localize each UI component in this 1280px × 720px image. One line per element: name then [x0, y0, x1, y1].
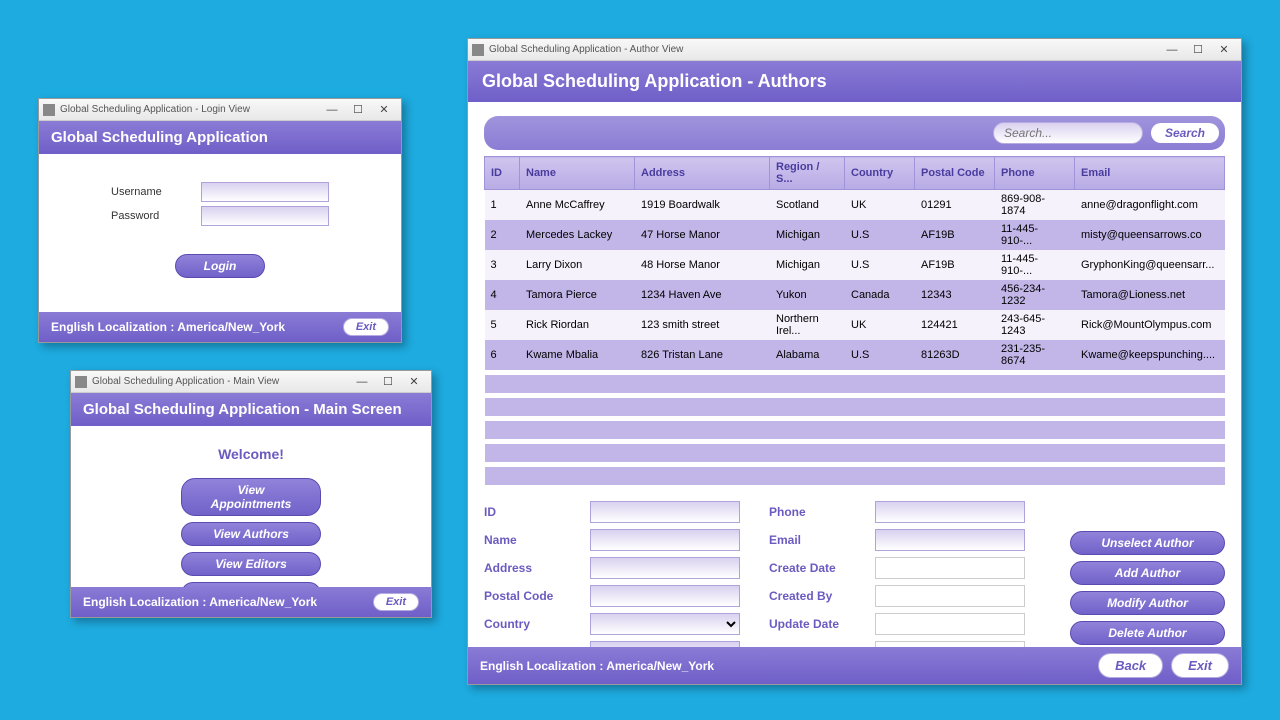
form-input-postal-code[interactable] [590, 585, 740, 607]
exit-button[interactable]: Exit [1171, 653, 1229, 678]
form-input-id[interactable] [590, 501, 740, 523]
col-header[interactable]: Region / S... [770, 157, 845, 190]
form-label: Email [769, 533, 869, 547]
app-header: Global Scheduling Application [39, 121, 401, 154]
author-window: Global Scheduling Application - Author V… [467, 38, 1242, 685]
search-input[interactable] [993, 122, 1143, 144]
form-label: Update Date [769, 617, 869, 631]
app-header: Global Scheduling Application - Authors [468, 61, 1241, 102]
action-unselect-author[interactable]: Unselect Author [1070, 531, 1225, 555]
maximize-button[interactable]: ☐ [375, 374, 401, 390]
footer: English Localization : America/New_York … [468, 647, 1241, 684]
main-window: Global Scheduling Application - Main Vie… [70, 370, 432, 618]
search-bar: Search [484, 116, 1225, 150]
localization-text: English Localization : America/New_York [51, 320, 285, 334]
form-input-phone[interactable] [875, 501, 1025, 523]
col-header[interactable]: ID [485, 157, 520, 190]
table-row-blank [485, 421, 1225, 439]
minimize-button[interactable]: — [1159, 42, 1185, 58]
nav-button-1[interactable]: View Authors [181, 522, 321, 546]
localization-text: English Localization : America/New_York [83, 595, 317, 609]
form-input-update-date [875, 613, 1025, 635]
search-button[interactable]: Search [1151, 123, 1219, 143]
form-input-country[interactable] [590, 613, 740, 635]
exit-button[interactable]: Exit [343, 318, 389, 336]
close-button[interactable]: ✕ [401, 374, 427, 390]
titlebar: Global Scheduling Application - Main Vie… [71, 371, 431, 393]
exit-button[interactable]: Exit [373, 593, 419, 611]
form-label: Name [484, 533, 584, 547]
password-input[interactable] [201, 206, 329, 226]
table-row-blank [485, 467, 1225, 485]
action-modify-author[interactable]: Modify Author [1070, 591, 1225, 615]
username-input[interactable] [201, 182, 329, 202]
authors-table[interactable]: IDNameAddressRegion / S...CountryPostal … [484, 156, 1225, 485]
table-row[interactable]: 5Rick Riordan123 smith streetNorthern Ir… [485, 310, 1225, 340]
table-row[interactable]: 4Tamora Pierce1234 Haven AveYukonCanada1… [485, 280, 1225, 310]
app-icon [43, 104, 55, 116]
col-header[interactable]: Postal Code [915, 157, 995, 190]
app-header: Global Scheduling Application - Main Scr… [71, 393, 431, 426]
col-header[interactable]: Address [635, 157, 770, 190]
close-button[interactable]: ✕ [1211, 42, 1237, 58]
form-label: ID [484, 505, 584, 519]
table-row-blank [485, 375, 1225, 393]
nav-button-2[interactable]: View Editors [181, 552, 321, 576]
table-row-blank [485, 398, 1225, 416]
form-label: Created By [769, 589, 869, 603]
back-button[interactable]: Back [1098, 653, 1163, 678]
col-header[interactable]: Email [1075, 157, 1225, 190]
window-title: Global Scheduling Application - Main Vie… [92, 376, 279, 387]
footer: English Localization : America/New_York … [39, 312, 401, 342]
app-icon [472, 44, 484, 56]
form-label: Address [484, 561, 584, 575]
localization-text: English Localization : America/New_York [480, 659, 714, 673]
window-title: Global Scheduling Application - Login Vi… [60, 104, 250, 115]
minimize-button[interactable]: — [349, 374, 375, 390]
nav-button-0[interactable]: View Appointments [181, 478, 321, 516]
col-header[interactable]: Phone [995, 157, 1075, 190]
action-add-author[interactable]: Add Author [1070, 561, 1225, 585]
titlebar: Global Scheduling Application - Login Vi… [39, 99, 401, 121]
titlebar: Global Scheduling Application - Author V… [468, 39, 1241, 61]
login-window: Global Scheduling Application - Login Vi… [38, 98, 402, 343]
login-button[interactable]: Login [175, 254, 265, 278]
window-title: Global Scheduling Application - Author V… [489, 44, 683, 55]
form-label: Phone [769, 505, 869, 519]
form-input-created-by [875, 585, 1025, 607]
col-header[interactable]: Name [520, 157, 635, 190]
table-row[interactable]: 3Larry Dixon48 Horse ManorMichiganU.SAF1… [485, 250, 1225, 280]
col-header[interactable]: Country [845, 157, 915, 190]
password-label: Password [111, 210, 191, 222]
form-input-email[interactable] [875, 529, 1025, 551]
app-icon [75, 376, 87, 388]
form-input-address[interactable] [590, 557, 740, 579]
welcome-text: Welcome! [71, 446, 431, 462]
form-input-create-date [875, 557, 1025, 579]
form-label: Country [484, 617, 584, 631]
footer: English Localization : America/New_York … [71, 587, 431, 617]
table-row[interactable]: 6Kwame Mbalia826 Tristan LaneAlabamaU.S8… [485, 340, 1225, 370]
form-input-name[interactable] [590, 529, 740, 551]
table-row-blank [485, 444, 1225, 462]
action-delete-author[interactable]: Delete Author [1070, 621, 1225, 645]
table-row[interactable]: 1Anne McCaffrey1919 BoardwalkScotlandUK0… [485, 190, 1225, 221]
form-label: Create Date [769, 561, 869, 575]
close-button[interactable]: ✕ [371, 102, 397, 118]
table-row[interactable]: 2Mercedes Lackey47 Horse ManorMichiganU.… [485, 220, 1225, 250]
form-label: Postal Code [484, 589, 584, 603]
username-label: Username [111, 186, 191, 198]
maximize-button[interactable]: ☐ [1185, 42, 1211, 58]
maximize-button[interactable]: ☐ [345, 102, 371, 118]
minimize-button[interactable]: — [319, 102, 345, 118]
